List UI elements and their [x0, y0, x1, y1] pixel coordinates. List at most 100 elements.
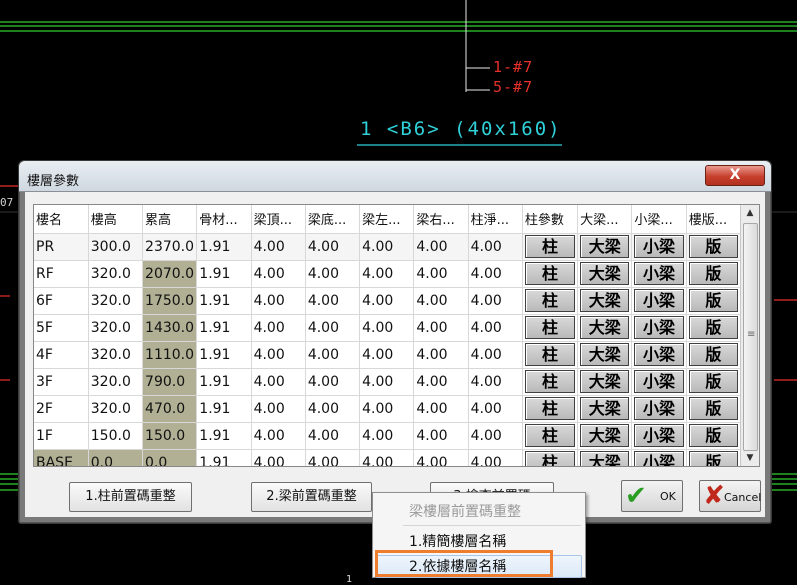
table-cell-clear[interactable]: 4.00	[468, 449, 523, 466]
table-cell-clear[interactable]: 4.00	[468, 422, 523, 450]
row-beam-button[interactable]: 大梁	[580, 289, 630, 312]
table-cell-cum[interactable]: 150.0	[142, 422, 198, 450]
table-cell-clear[interactable]: 4.00	[468, 368, 523, 396]
table-cell-clear[interactable]: 4.00	[468, 314, 523, 342]
row-col-button[interactable]: 柱	[524, 235, 576, 258]
table-cell-top[interactable]: 4.00	[251, 341, 306, 369]
column-header[interactable]: 樓版...	[686, 205, 742, 234]
table-cell-top[interactable]: 4.00	[251, 314, 306, 342]
table-cell-right[interactable]: 4.00	[413, 368, 469, 396]
table-cell-left[interactable]: 4.00	[359, 395, 415, 423]
column-header[interactable]: 大梁...	[577, 205, 633, 234]
table-cell-right[interactable]: 4.00	[413, 232, 469, 261]
dialog-titlebar[interactable]: 樓層參數 X	[19, 161, 771, 192]
table-cell-left[interactable]: 4.00	[359, 232, 415, 261]
table-cell-name[interactable]: 6F	[34, 287, 89, 315]
table-row[interactable]: BASE 0.0 0.0 1.91 4.00 4.00 4.00 4.00 4.00 柱大梁 小梁版	[34, 449, 742, 466]
column-header[interactable]: 梁頂...	[251, 205, 306, 234]
table-cell-top[interactable]: 4.00	[251, 260, 306, 288]
table-cell-name[interactable]: PR	[34, 232, 89, 261]
table-cell-height[interactable]: 320.0	[88, 341, 144, 369]
table-cell-agg[interactable]: 1.91	[196, 287, 252, 315]
table-cell-right[interactable]: 4.00	[413, 422, 469, 450]
row-slab-button[interactable]: 版	[688, 451, 738, 466]
row-joist-button[interactable]: 小梁	[634, 316, 684, 339]
table-cell-agg[interactable]: 1.91	[196, 449, 252, 466]
table-row[interactable]: RF 320.0 2070.0 1.91 4.00 4.00 4.00 4.00 4.00 柱大梁…	[34, 260, 742, 288]
column-header[interactable]: 樓高	[88, 205, 144, 234]
row-beam-button[interactable]: 大梁	[580, 451, 630, 466]
table-cell-cum[interactable]: 1430.0	[142, 314, 198, 342]
table-cell-right[interactable]: 4.00	[413, 449, 469, 466]
table-cell-cum[interactable]: 1110.0	[142, 341, 198, 369]
table-cell-cum[interactable]: 1750.0	[142, 287, 198, 315]
row-slab-button[interactable]: 版	[688, 343, 738, 366]
table-cell-right[interactable]: 4.00	[413, 287, 469, 315]
table-cell-bot[interactable]: 4.00	[305, 314, 361, 342]
row-col-button[interactable]: 柱	[524, 370, 576, 393]
table-cell-height[interactable]: 0.0	[88, 449, 144, 466]
column-header[interactable]: 梁底...	[305, 205, 361, 234]
menu-item-simplify-floor-names[interactable]: 1.精簡樓層名稱	[409, 531, 506, 551]
table-cell-top[interactable]: 4.00	[251, 449, 306, 466]
table-cell-left[interactable]: 4.00	[359, 260, 415, 288]
table-cell-cum[interactable]: 790.0	[142, 368, 198, 396]
table-cell-height[interactable]: 320.0	[88, 260, 144, 288]
table-cell-top[interactable]: 4.00	[251, 395, 306, 423]
row-col-button[interactable]: 柱	[524, 289, 576, 312]
column-header[interactable]: 柱淨...	[468, 205, 523, 234]
table-cell-cum[interactable]: 2070.0	[142, 260, 198, 288]
table-cell-top[interactable]: 4.00	[251, 422, 306, 450]
row-beam-button[interactable]: 大梁	[580, 424, 630, 447]
row-slab-button[interactable]: 版	[688, 397, 738, 420]
table-cell-agg[interactable]: 1.91	[196, 341, 252, 369]
table-cell-left[interactable]: 4.00	[359, 287, 415, 315]
table-cell-height[interactable]: 150.0	[88, 422, 144, 450]
table-cell-bot[interactable]: 4.00	[305, 260, 361, 288]
table-cell-left[interactable]: 4.00	[359, 368, 415, 396]
table-cell-agg[interactable]: 1.91	[196, 422, 252, 450]
column-header[interactable]: 梁右...	[413, 205, 469, 234]
table-cell-top[interactable]: 4.00	[251, 368, 306, 396]
table-cell-right[interactable]: 4.00	[413, 341, 469, 369]
table-cell-name[interactable]: 5F	[34, 314, 89, 342]
row-beam-button[interactable]: 大梁	[580, 370, 630, 393]
table-cell-bot[interactable]: 4.00	[305, 422, 361, 450]
table-cell-height[interactable]: 300.0	[88, 232, 144, 261]
row-joist-button[interactable]: 小梁	[634, 343, 684, 366]
table-cell-bot[interactable]: 4.00	[305, 449, 361, 466]
table-row[interactable]: 1F 150.0 150.0 1.91 4.00 4.00 4.00 4.00 4.00 柱大梁小…	[34, 422, 742, 450]
row-slab-button[interactable]: 版	[688, 262, 738, 285]
table-cell-left[interactable]: 4.00	[359, 341, 415, 369]
close-button[interactable]: X	[705, 165, 765, 186]
row-col-button[interactable]: 柱	[524, 316, 576, 339]
row-joist-button[interactable]: 小梁	[634, 424, 684, 447]
table-cell-left[interactable]: 4.00	[359, 449, 415, 466]
table-cell-right[interactable]: 4.00	[413, 260, 469, 288]
table-row[interactable]: 2F 320.0 470.0 1.91 4.00 4.00 4.00 4.00 4.00 柱大梁小…	[34, 395, 742, 423]
row-joist-button[interactable]: 小梁	[634, 262, 684, 285]
row-beam-button[interactable]: 大梁	[580, 262, 630, 285]
table-cell-clear[interactable]: 4.00	[468, 341, 523, 369]
row-joist-button[interactable]: 小梁	[634, 451, 684, 466]
ok-button[interactable]: ✔ OK	[621, 480, 683, 512]
table-cell-right[interactable]: 4.00	[413, 395, 469, 423]
cancel-button[interactable]: ✘ Cancel	[699, 480, 761, 512]
table-cell-left[interactable]: 4.00	[359, 422, 415, 450]
table-cell-bot[interactable]: 4.00	[305, 395, 361, 423]
table-row[interactable]: 6F 320.0 1750.0 1.91 4.00 4.00 4.00 4.00 4.00 柱大梁…	[34, 287, 742, 315]
scrollbar-thumb[interactable]: ≡	[743, 223, 758, 451]
table-cell-height[interactable]: 320.0	[88, 368, 144, 396]
table-cell-bot[interactable]: 4.00	[305, 341, 361, 369]
table-row[interactable]: PR 300.0 2370.0 1.91 4.00 4.00 4.00 4.00 4.00 柱大梁…	[34, 232, 742, 261]
row-slab-button[interactable]: 版	[688, 289, 738, 312]
column-header[interactable]: 梁左...	[359, 205, 415, 234]
beam-prefix-renumber-button[interactable]: 2.梁前置碼重整	[251, 482, 372, 512]
row-col-button[interactable]: 柱	[524, 262, 576, 285]
row-joist-button[interactable]: 小梁	[634, 397, 684, 420]
table-cell-height[interactable]: 320.0	[88, 287, 144, 315]
column-header[interactable]: 骨材...	[196, 205, 252, 234]
row-slab-button[interactable]: 版	[688, 370, 738, 393]
table-cell-agg[interactable]: 1.91	[196, 395, 252, 423]
table-cell-top[interactable]: 4.00	[251, 287, 306, 315]
